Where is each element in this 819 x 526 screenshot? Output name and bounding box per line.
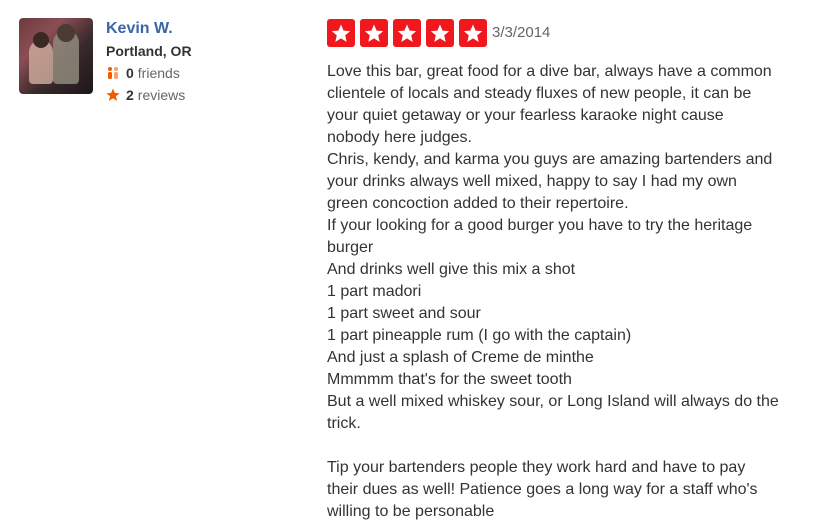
review-line: willing to be personable <box>327 503 495 520</box>
reviews-label: reviews <box>137 87 186 103</box>
friends-icon <box>106 66 120 80</box>
review-line: Tip your bartenders people they work har… <box>327 459 746 476</box>
review-line: Mmmmm that's for the sweet tooth <box>327 371 572 388</box>
friends-count: 0 <box>126 65 134 81</box>
review-line: your quiet getaway or your fearless kara… <box>327 107 724 124</box>
avatar-head-left <box>33 32 49 48</box>
star-icon <box>106 88 120 102</box>
rating-star-icon <box>393 19 421 47</box>
rating-star-icon <box>327 19 355 47</box>
friends-stat: 0 friends <box>106 65 180 81</box>
review-line: your drinks always well mixed, happy to … <box>327 173 737 190</box>
review-line: green concoction added to their repertoi… <box>327 195 629 212</box>
review-line: nobody here judges. <box>327 129 472 146</box>
review-line: But a well mixed whiskey sour, or Long I… <box>327 393 779 410</box>
review-line: clientele of locals and steady fluxes of… <box>327 85 752 102</box>
friends-label: friends <box>137 65 180 81</box>
review-date: 3/3/2014 <box>492 24 551 41</box>
review-line: 1 part pineapple rum (I go with the capt… <box>327 327 632 344</box>
user-avatar[interactable] <box>19 18 93 94</box>
star-rating <box>327 19 492 47</box>
review-text: Love this bar, great food for a dive bar… <box>327 61 797 523</box>
reviews-count: 2 <box>126 87 134 103</box>
review-line: trick. <box>327 415 361 432</box>
review-line: 1 part sweet and sour <box>327 305 481 322</box>
user-name-link[interactable]: Kevin W. <box>106 20 173 38</box>
rating-star-icon <box>459 19 487 47</box>
review-line: their dues as well! Patience goes a long… <box>327 481 758 498</box>
review-line: burger <box>327 239 374 256</box>
review-line: And just a splash of Creme de minthe <box>327 349 594 366</box>
user-location: Portland, OR <box>106 43 192 59</box>
rating-star-icon <box>360 19 388 47</box>
reviews-stat: 2 reviews <box>106 87 185 103</box>
review-line: 1 part madori <box>327 283 422 300</box>
review-line: If your looking for a good burger you ha… <box>327 217 753 234</box>
rating-star-icon <box>426 19 454 47</box>
review-line: Chris, kendy, and karma you guys are ama… <box>327 151 773 168</box>
review-line <box>327 435 797 457</box>
review-line: And drinks well give this mix a shot <box>327 261 576 278</box>
review-line: Love this bar, great food for a dive bar… <box>327 63 772 80</box>
avatar-head-right <box>57 24 75 42</box>
